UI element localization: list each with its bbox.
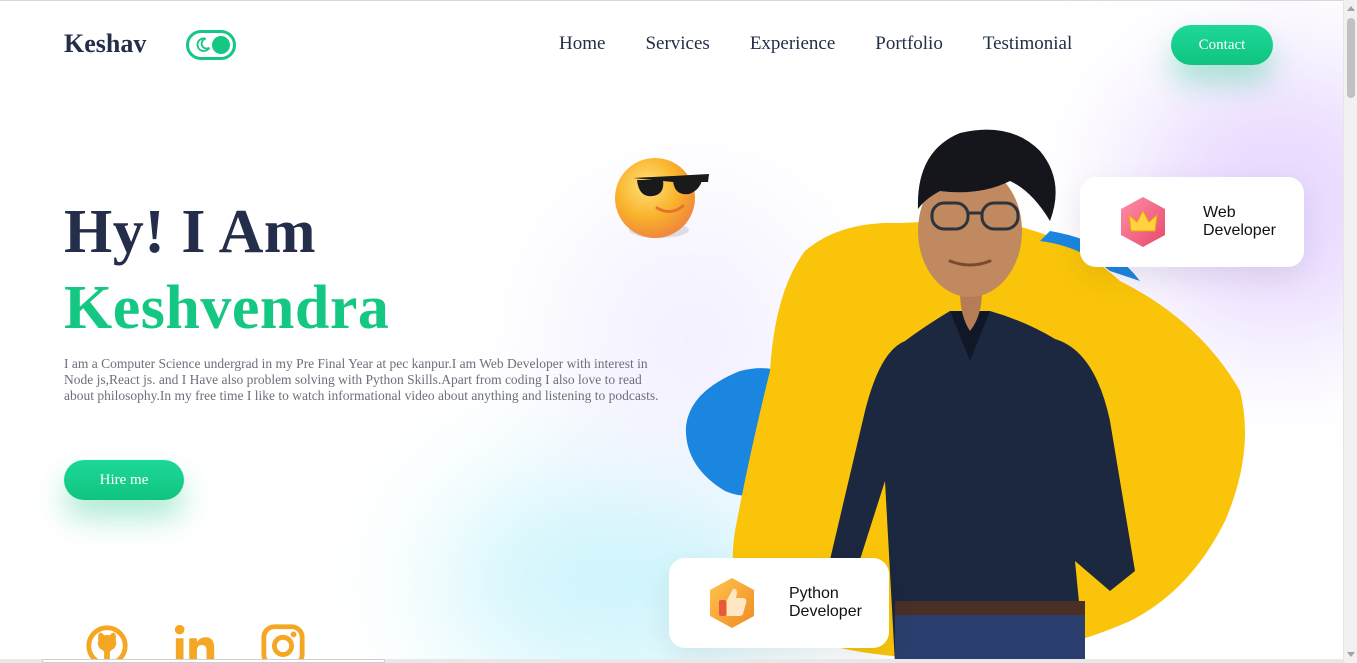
card-title: Python [789, 585, 839, 602]
linkedin-icon[interactable] [172, 621, 218, 663]
instagram-icon[interactable] [260, 621, 306, 663]
nav-link-home[interactable]: Home [559, 33, 605, 55]
hire-me-button[interactable]: Hire me [64, 460, 184, 500]
intro-bio: I am a Computer Science undergrad in my … [64, 356, 659, 403]
page: Keshav Home Services Experience Portfoli… [0, 0, 1343, 663]
crown-icon [1121, 197, 1165, 247]
thumbs-up-icon [710, 578, 754, 628]
github-icon[interactable] [84, 621, 130, 663]
contact-button[interactable]: Contact [1171, 25, 1273, 65]
horizontal-scroll-strip [0, 659, 1343, 663]
theme-toggle[interactable] [186, 30, 236, 60]
nav-link-services[interactable]: Services [645, 33, 709, 55]
navbar: Keshav Home Services Experience Portfoli… [0, 1, 1343, 89]
scroll-up-arrow-icon[interactable] [1347, 6, 1355, 11]
card-subtitle: Developer [789, 603, 862, 620]
intro-name: Keshvendra [64, 274, 390, 342]
nav-links: Home Services Experience Portfolio Testi… [559, 33, 1072, 55]
web-developer-card: Web Developer [1080, 177, 1304, 267]
moon-icon [196, 37, 211, 52]
python-developer-card: Python Developer [669, 558, 889, 648]
brand-logo[interactable]: Keshav [64, 29, 146, 59]
vertical-scrollbar[interactable] [1343, 0, 1357, 663]
toggle-knob [212, 36, 230, 54]
scroll-segment [42, 659, 385, 663]
nav-link-testimonial[interactable]: Testimonial [983, 33, 1072, 55]
card-subtitle: Developer [1203, 222, 1276, 239]
scroll-down-arrow-icon[interactable] [1347, 652, 1355, 657]
nav-link-portfolio[interactable]: Portfolio [875, 33, 943, 55]
intro-greeting: Hy! I Am [64, 198, 316, 266]
card-title: Web [1203, 204, 1236, 221]
scrollbar-thumb[interactable] [1347, 18, 1355, 98]
social-links [84, 621, 306, 663]
nav-link-experience[interactable]: Experience [750, 33, 835, 55]
